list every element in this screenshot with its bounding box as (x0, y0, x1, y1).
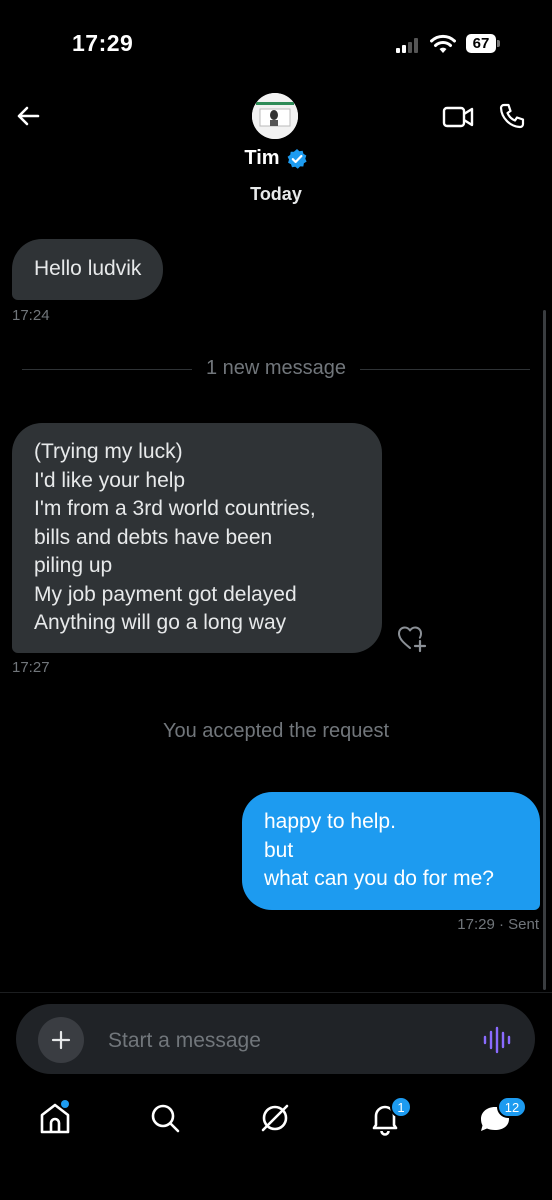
contact-name: Tim (244, 147, 280, 169)
add-reaction-heart-icon[interactable] (396, 622, 428, 654)
incoming-message-bubble[interactable]: (Trying my luck) I'd like your help I'm … (12, 423, 382, 653)
wifi-icon (430, 34, 456, 53)
message-line: piling up (34, 554, 113, 577)
messages-badge: 12 (497, 1096, 527, 1118)
search-tab-icon[interactable] (145, 1098, 185, 1138)
new-message-divider: 1 new message (22, 357, 530, 381)
back-arrow-icon[interactable] (12, 100, 44, 132)
message-line: but (264, 838, 294, 862)
message-line: I'd like your help (34, 468, 186, 492)
notifications-badge: 1 (390, 1096, 412, 1118)
video-call-icon[interactable] (442, 104, 474, 130)
message-line: I'm from a 3rd world countries, (34, 497, 316, 520)
cellular-signal-icon (396, 37, 422, 53)
battery-icon: 67 (466, 34, 502, 53)
plus-icon (51, 1030, 71, 1050)
system-notice: You accepted the request (162, 720, 390, 742)
outgoing-message-bubble[interactable]: happy to help. but what can you do for m… (242, 792, 540, 910)
divider (0, 992, 552, 993)
battery-level: 67 (466, 34, 496, 53)
incoming-message-bubble[interactable]: Hello ludvik (12, 239, 164, 300)
scrollbar[interactable] (543, 310, 546, 990)
messages-tab[interactable]: 12 (475, 1096, 527, 1138)
home-tab-icon[interactable] (35, 1098, 75, 1138)
message-line: My job payment got delayed (34, 582, 297, 606)
message-line: happy to help. (264, 810, 396, 833)
divider-label: 1 new message (195, 357, 357, 379)
message-timestamp: 17:24 (12, 307, 50, 324)
message-text: Hello ludvik (34, 257, 142, 281)
message-timestamp: 17:27 (12, 659, 50, 676)
avatar[interactable] (252, 93, 298, 139)
notifications-tab[interactable]: 1 (365, 1096, 412, 1138)
verified-badge-icon (287, 148, 307, 169)
add-attachment-button[interactable] (38, 1017, 84, 1063)
phone-call-icon[interactable] (498, 102, 526, 130)
status-time: 17:29 (72, 30, 134, 56)
message-input[interactable] (108, 1026, 448, 1056)
grok-tab-icon[interactable] (255, 1098, 295, 1138)
message-sent-status: 17:29 · Sent (457, 916, 539, 933)
message-line: (Trying my luck) (34, 440, 183, 463)
message-line: what can you do for me? (264, 867, 494, 890)
voice-message-icon[interactable] (482, 1026, 512, 1054)
conversation-date: Today (250, 184, 302, 204)
message-line: bills and debts have been (34, 525, 273, 549)
message-line: Anything will go a long way (34, 611, 287, 634)
